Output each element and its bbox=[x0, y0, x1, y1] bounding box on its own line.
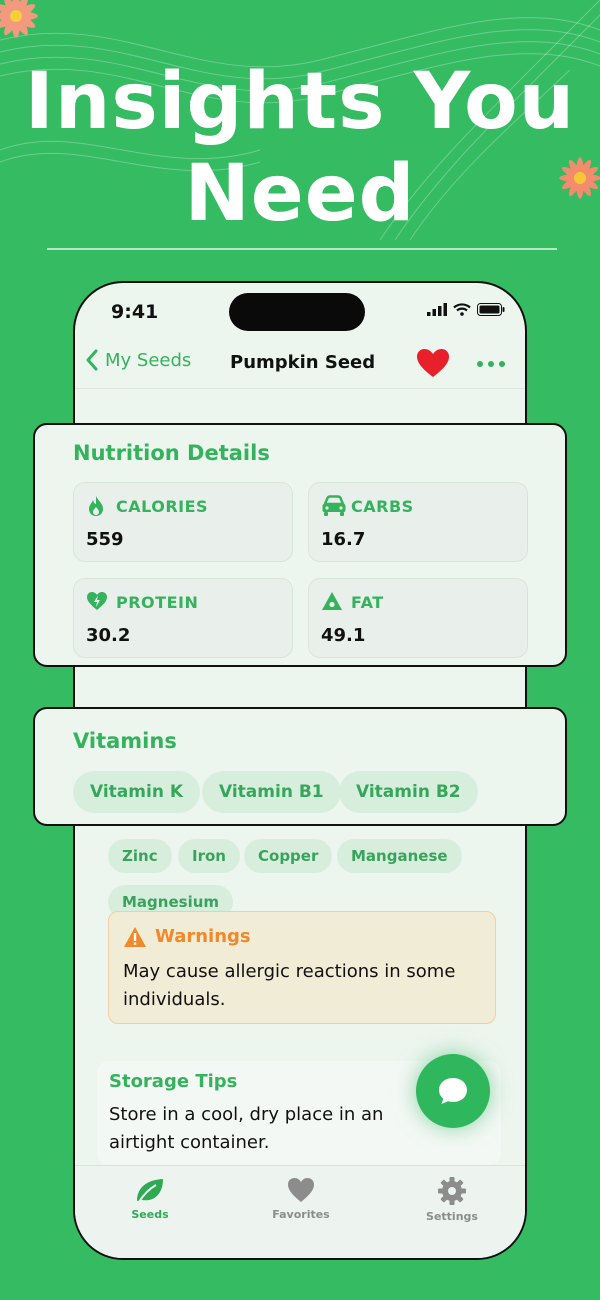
vitamin-chip[interactable]: Vitamin K bbox=[73, 771, 201, 813]
headline: Insights You Need bbox=[0, 56, 600, 240]
status-time: 9:41 bbox=[111, 301, 159, 323]
heart-icon bbox=[288, 1178, 314, 1202]
nutrition-item-protein: PROTEIN 30.2 bbox=[73, 578, 293, 658]
back-button[interactable]: My Seeds bbox=[85, 349, 191, 371]
heart-bolt-icon bbox=[87, 592, 107, 610]
vitamins-title: Vitamins bbox=[73, 729, 177, 753]
tab-settings-label: Settings bbox=[426, 1210, 478, 1223]
back-button-label: My Seeds bbox=[105, 349, 192, 371]
headline-divider bbox=[47, 248, 557, 250]
flower-decoration bbox=[0, 0, 38, 38]
chat-bubble-icon bbox=[439, 1078, 467, 1104]
nutrition-item-calories: CALORIES 559 bbox=[73, 482, 293, 562]
nutrition-item-carbs: CARBS 16.7 bbox=[308, 482, 528, 562]
mineral-chip[interactable]: Manganese bbox=[337, 839, 462, 873]
chevron-left-icon bbox=[86, 349, 98, 371]
nutrition-label: CALORIES bbox=[116, 497, 209, 516]
page-title: Pumpkin Seed bbox=[230, 352, 376, 373]
tab-bar: Seeds Favorites Settings bbox=[75, 1165, 525, 1258]
triangle-drop-icon bbox=[322, 592, 342, 610]
mineral-chip[interactable]: Copper bbox=[244, 839, 333, 873]
nutrition-details-card: Nutrition Details CALORIES 559 CARBS 16.… bbox=[33, 423, 567, 667]
nutrition-label: CARBS bbox=[351, 497, 414, 516]
more-dots-icon bbox=[477, 361, 505, 367]
vitamin-chip[interactable]: Vitamin B1 bbox=[202, 771, 341, 813]
warning-triangle-icon bbox=[124, 927, 146, 947]
wifi-icon bbox=[453, 303, 471, 316]
storage-tips-title: Storage Tips bbox=[109, 1071, 238, 1092]
headline-line-1: Insights You bbox=[24, 57, 576, 147]
navigation-bar: My Seeds Pumpkin Seed bbox=[75, 341, 525, 389]
vitamins-card: Vitamins Vitamin K Vitamin B1 Vitamin B2 bbox=[33, 707, 567, 826]
vitamin-chip[interactable]: Vitamin B2 bbox=[339, 771, 478, 813]
nutrition-value: 30.2 bbox=[86, 625, 131, 646]
leaf-icon bbox=[137, 1179, 163, 1203]
tab-seeds[interactable]: Seeds bbox=[95, 1166, 205, 1221]
dynamic-island bbox=[229, 293, 365, 331]
nutrition-label: FAT bbox=[351, 593, 384, 612]
mineral-chip[interactable]: Zinc bbox=[108, 839, 172, 873]
favorite-heart-icon[interactable] bbox=[415, 347, 451, 379]
chat-button[interactable] bbox=[416, 1054, 490, 1128]
battery-icon bbox=[477, 303, 505, 316]
tab-favorites-label: Favorites bbox=[272, 1208, 330, 1221]
nutrition-value: 559 bbox=[86, 529, 124, 550]
nutrition-value: 16.7 bbox=[321, 529, 366, 550]
warnings-panel: Warnings May cause allergic reactions in… bbox=[108, 911, 496, 1024]
headline-line-2: Need bbox=[184, 149, 416, 239]
tab-seeds-label: Seeds bbox=[131, 1208, 169, 1221]
tab-settings[interactable]: Settings bbox=[397, 1166, 507, 1223]
gear-icon bbox=[438, 1177, 466, 1205]
mineral-chip[interactable]: Iron bbox=[178, 839, 240, 873]
nutrition-label: PROTEIN bbox=[116, 593, 199, 612]
nutrition-title: Nutrition Details bbox=[73, 441, 270, 465]
warnings-text: May cause allergic reactions in some ind… bbox=[123, 961, 456, 1010]
more-options-button[interactable] bbox=[475, 347, 507, 383]
nutrition-item-fat: FAT 49.1 bbox=[308, 578, 528, 658]
car-icon bbox=[322, 495, 346, 516]
signal-icon bbox=[427, 303, 447, 316]
storage-tips-text: Store in a cool, dry place in an airtigh… bbox=[109, 1104, 384, 1153]
status-bar: 9:41 bbox=[75, 283, 525, 341]
nutrition-value: 49.1 bbox=[321, 625, 366, 646]
flame-icon bbox=[89, 496, 103, 516]
warnings-title: Warnings bbox=[155, 926, 251, 947]
status-icons bbox=[427, 303, 505, 316]
tab-favorites[interactable]: Favorites bbox=[246, 1166, 356, 1221]
